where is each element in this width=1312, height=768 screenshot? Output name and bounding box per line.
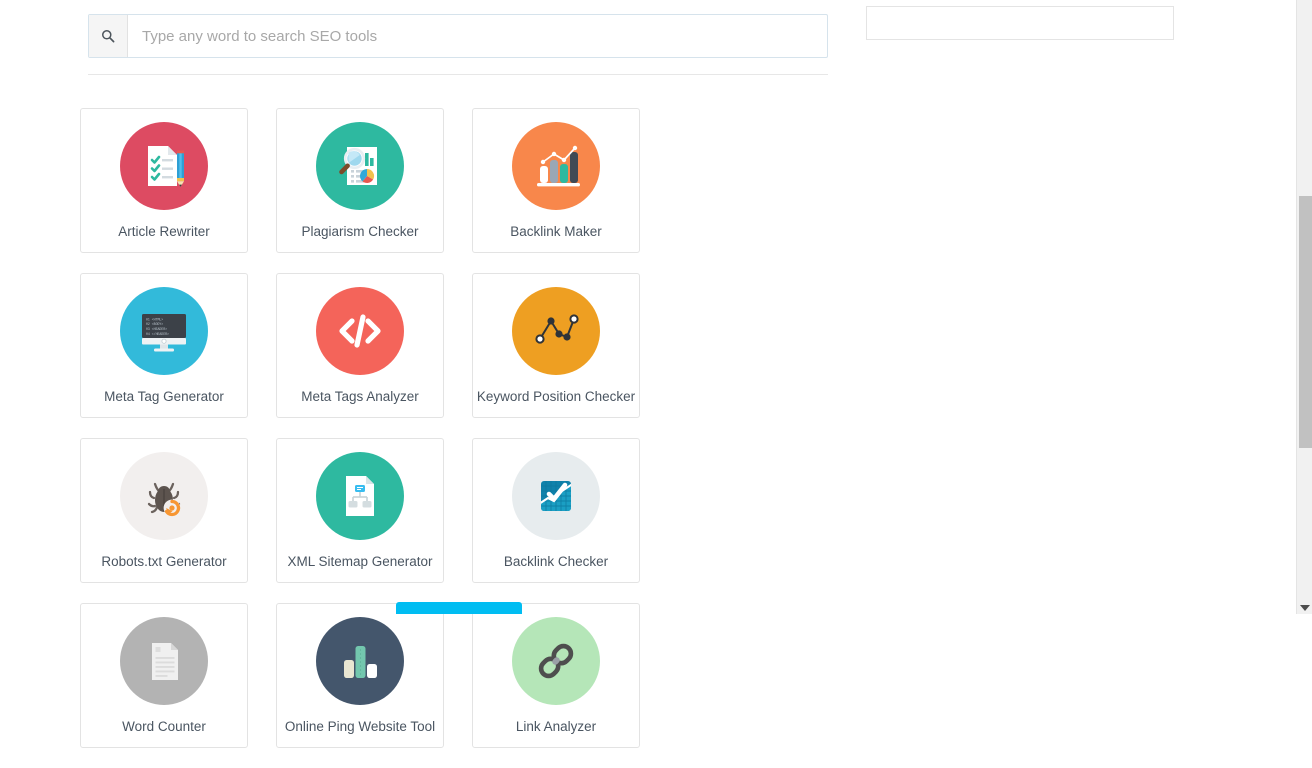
seo-tools-grid: Article Rewriter Plagiarism Checker Back…: [80, 108, 846, 768]
tool-card-xml-sitemap-generator[interactable]: XML Sitemap Generator: [276, 438, 444, 583]
tool-cell: Online Ping Website Tool: [276, 603, 472, 748]
tool-cell: Backlink Checker: [472, 438, 668, 583]
tool-card-meta-tag-generator[interactable]: 01 <HTML> 02 <BODY> 03 <HEADER> 04 </HEA…: [80, 273, 248, 418]
tool-cell: Robots.txt Generator: [80, 438, 276, 583]
tool-label: Meta Tags Analyzer: [301, 389, 419, 404]
tool-label: Backlink Maker: [510, 224, 602, 239]
page-content: Article Rewriter: [0, 0, 1296, 748]
tool-card-article-rewriter[interactable]: Article Rewriter: [80, 108, 248, 253]
tool-label: Robots.txt Generator: [101, 554, 227, 569]
tool-label: Meta Tag Generator: [104, 389, 224, 404]
vertical-scrollbar[interactable]: [1296, 0, 1312, 614]
tool-cell: XML Sitemap Generator: [276, 438, 472, 583]
tool-card-plagiarism-checker[interactable]: Plagiarism Checker: [276, 108, 444, 253]
line-chart-nodes-icon: [512, 287, 600, 375]
tool-card-link-analyzer[interactable]: Link Analyzer: [472, 603, 640, 748]
tool-cell: Meta Tags Analyzer: [276, 273, 472, 418]
tool-cell: Keyword Position Checker: [472, 273, 668, 418]
sidebar-panel-box: [866, 6, 1174, 40]
section-divider: [88, 74, 828, 75]
tool-cell: Backlink Maker: [472, 108, 668, 253]
search-bar[interactable]: [88, 14, 828, 58]
bug-refresh-icon: [120, 452, 208, 540]
tool-card-robots-txt-generator[interactable]: Robots.txt Generator: [80, 438, 248, 583]
tool-label: XML Sitemap Generator: [287, 554, 433, 569]
tool-label: Article Rewriter: [118, 224, 210, 239]
tool-cell: Link Analyzer: [472, 603, 668, 748]
tool-cell: Plagiarism Checker: [276, 108, 472, 253]
tool-cell: Article Rewriter: [80, 108, 276, 253]
svg-text:04 </HEADER>: 04 </HEADER>: [146, 332, 169, 336]
sitemap-document-icon: [316, 452, 404, 540]
text-document-icon: [120, 617, 208, 705]
svg-text:03 <HEADER>: 03 <HEADER>: [146, 327, 167, 331]
bar-chart-dark-icon: [316, 617, 404, 705]
search-input[interactable]: [128, 15, 827, 57]
tool-label: Keyword Position Checker: [476, 389, 636, 404]
tool-label: Word Counter: [122, 719, 206, 734]
tool-label: Backlink Checker: [503, 554, 609, 569]
code-brackets-icon: [316, 287, 404, 375]
search-icon: [89, 15, 128, 57]
scroll-down-arrow-icon[interactable]: [1300, 605, 1310, 611]
scrollbar-thumb[interactable]: [1299, 196, 1312, 448]
tool-card-meta-tags-analyzer[interactable]: Meta Tags Analyzer: [276, 273, 444, 418]
document-checklist-pencil-icon: [120, 122, 208, 210]
load-more-button[interactable]: [396, 602, 522, 614]
tool-card-word-counter[interactable]: Word Counter: [80, 603, 248, 748]
chain-link-icon: [512, 617, 600, 705]
chart-checkmark-icon: [512, 452, 600, 540]
tool-card-online-ping-website-tool[interactable]: Online Ping Website Tool: [276, 603, 444, 748]
svg-text:01 <HTML>: 01 <HTML>: [146, 317, 163, 321]
magnifier-report-icon: [316, 122, 404, 210]
tool-label: Link Analyzer: [515, 719, 597, 734]
tool-card-keyword-position-checker[interactable]: Keyword Position Checker: [472, 273, 640, 418]
tool-label: Plagiarism Checker: [301, 224, 419, 239]
desktop-code-icon: 01 <HTML> 02 <BODY> 03 <HEADER> 04 </HEA…: [120, 287, 208, 375]
tool-card-backlink-maker[interactable]: Backlink Maker: [472, 108, 640, 253]
tool-label: Online Ping Website Tool: [284, 719, 436, 734]
svg-text:02 <BODY>: 02 <BODY>: [146, 322, 163, 326]
tool-card-backlink-checker[interactable]: Backlink Checker: [472, 438, 640, 583]
tool-cell: 01 <HTML> 02 <BODY> 03 <HEADER> 04 </HEA…: [80, 273, 276, 418]
bar-chart-growth-icon: [512, 122, 600, 210]
tool-cell: Word Counter: [80, 603, 276, 748]
